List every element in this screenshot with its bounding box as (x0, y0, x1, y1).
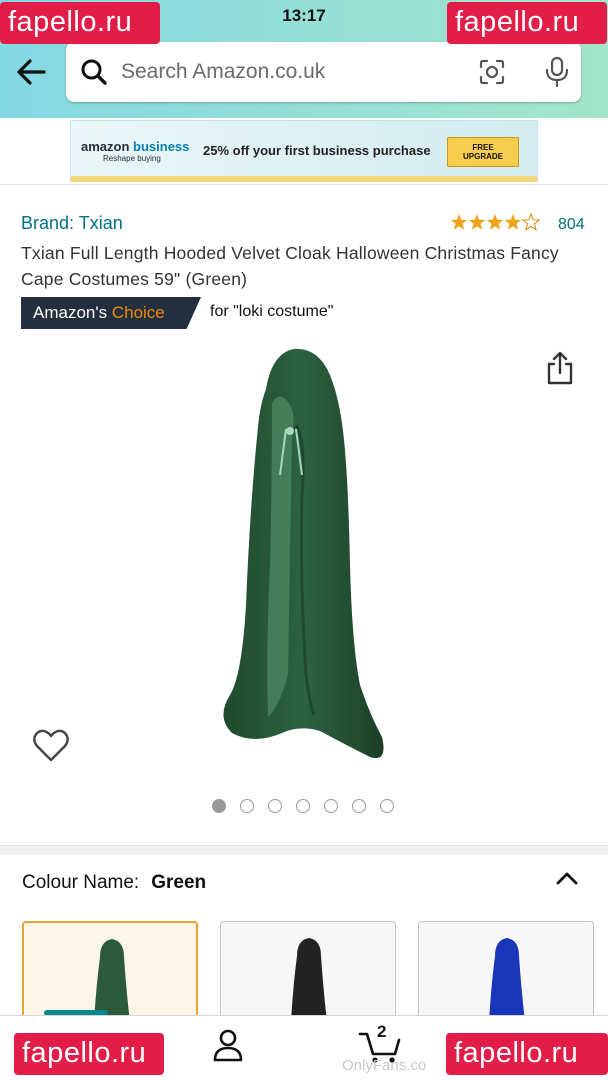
watermark: fapello.ru (447, 2, 607, 44)
search-bar[interactable]: Search Amazon.co.uk (66, 42, 581, 102)
product-image[interactable] (210, 345, 390, 770)
search-icon[interactable] (80, 58, 108, 86)
watermark: fapello.ru (446, 1033, 608, 1075)
carousel-dot[interactable] (268, 799, 282, 813)
chevron-up-icon[interactable] (554, 868, 580, 888)
amazons-choice-badge: Amazon's Choice (21, 297, 201, 329)
star-rating[interactable] (450, 213, 542, 233)
star-icon (504, 214, 522, 230)
product-title: Txian Full Length Hooded Velvet Cloak Ha… (21, 243, 559, 289)
colour-name-row: Colour Name: Green (22, 872, 206, 894)
swatch-black[interactable] (220, 921, 396, 1021)
camera-icon[interactable] (478, 58, 506, 86)
choice-keyword: for "loki costume" (210, 303, 334, 320)
free-upgrade-button[interactable]: FREE UPGRADE (447, 137, 519, 167)
colour-label: Colour Name: (22, 872, 140, 893)
carousel-dot[interactable] (212, 799, 226, 813)
watermark: fapello.ru (0, 2, 160, 44)
swatch-blue[interactable] (418, 921, 594, 1021)
credit-overlay: OnlyFans.co (342, 1057, 427, 1074)
rating-count[interactable]: 804 (558, 216, 585, 234)
back-button[interactable] (14, 56, 54, 92)
cart-count: 2 (377, 1022, 387, 1041)
star-icon (450, 214, 468, 230)
swatch-black-image (291, 938, 327, 1020)
mic-icon[interactable] (544, 56, 570, 88)
account-icon[interactable] (212, 1028, 244, 1062)
star-icon (468, 214, 486, 230)
image-carousel-dots[interactable] (212, 799, 394, 813)
carousel-dot[interactable] (324, 799, 338, 813)
star-icon (522, 213, 540, 231)
watermark: fapello.ru (14, 1033, 164, 1075)
search-input[interactable]: Search Amazon.co.uk (121, 60, 325, 84)
carousel-dot[interactable] (352, 799, 366, 813)
star-icon (486, 214, 504, 230)
colour-value: Green (151, 872, 207, 893)
carousel-dot[interactable] (296, 799, 310, 813)
back-arrow-icon (17, 59, 46, 85)
carousel-dot[interactable] (380, 799, 394, 813)
brand-link[interactable]: Brand: Txian (21, 213, 123, 234)
banner-offer-text: 25% off your first business purchase (203, 143, 431, 158)
share-icon[interactable] (544, 350, 576, 386)
amazon-business-banner[interactable]: amazon business Reshape buying 25% off y… (70, 120, 538, 182)
swatch-blue-image (489, 938, 525, 1020)
amazon-business-logo: amazon business Reshape buying (81, 139, 190, 163)
swatch-green-image (94, 939, 130, 1019)
swatch-green[interactable] (22, 921, 198, 1021)
heart-icon[interactable] (32, 728, 70, 764)
section-separator (0, 845, 608, 855)
divider (0, 184, 608, 185)
carousel-dot[interactable] (240, 799, 254, 813)
